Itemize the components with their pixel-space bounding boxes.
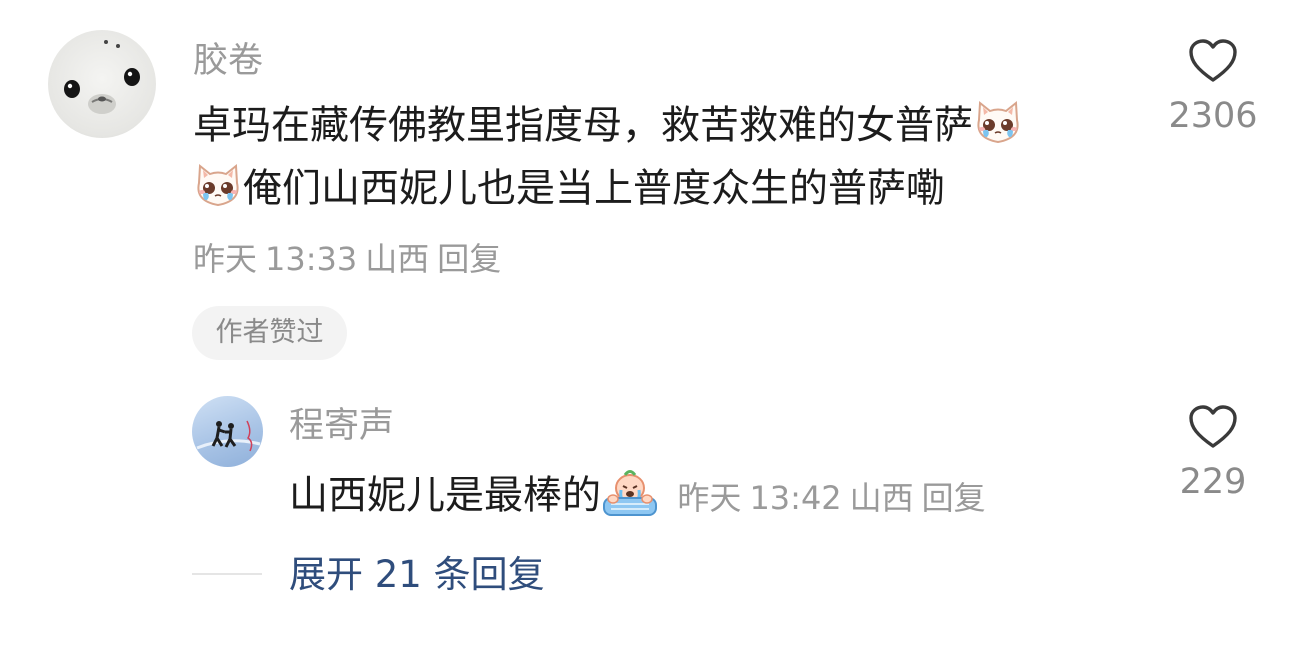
commenter-avatar[interactable] — [48, 30, 156, 138]
replier-avatar[interactable] — [192, 396, 263, 467]
cat-crying-emoji-icon — [193, 163, 243, 219]
expand-replies-button[interactable]: 展开 21 条回复 — [289, 553, 545, 597]
replier-username[interactable]: 程寄声 — [289, 406, 394, 446]
comment-reply-button[interactable]: 回复 — [437, 240, 501, 278]
heart-icon — [1189, 405, 1237, 448]
comment-date: 昨天 — [193, 240, 258, 278]
comment-text-line-2: 俺们山西妮儿也是当上普度众生的普萨嘞 — [193, 163, 945, 219]
reply-location: 山西 — [849, 478, 914, 517]
reply-date: 昨天 — [677, 478, 742, 517]
cat-crying-emoji-icon — [973, 100, 1023, 156]
comment-meta: 昨天 13:33 山西 回复 — [193, 239, 509, 279]
heart-icon — [1189, 39, 1237, 82]
comment-text-line-1: 卓玛在藏传佛教里指度母，救苦救难的女普萨 — [193, 100, 1023, 156]
comment-like-button[interactable]: 2306 — [1160, 38, 1266, 136]
comment-location: 山西 — [365, 240, 430, 278]
commenter-username[interactable]: 胶卷 — [193, 41, 263, 81]
skating-couple-avatar-image — [196, 420, 261, 452]
reply-time: 13:42 — [749, 478, 842, 517]
seal-avatar-image — [64, 40, 140, 114]
comment-time: 13:33 — [265, 240, 358, 278]
reply-meta: 昨天 13:42 山西 回复 — [677, 479, 993, 517]
reply-like-count: 229 — [1179, 462, 1247, 502]
reply-text-line: 山西妮儿是最棒的 昨天 13:42 山西 回复 — [289, 468, 994, 528]
reply-text: 山西妮儿是最棒的 — [289, 473, 602, 519]
comment-like-count: 2306 — [1168, 96, 1258, 136]
reply-like-button[interactable]: 229 — [1160, 404, 1266, 502]
comment-text-part-2: 俺们山西妮儿也是当上普度众生的普萨嘞 — [243, 166, 946, 212]
reply-reply-button[interactable]: 回复 — [922, 479, 986, 517]
expand-divider — [192, 573, 262, 575]
author-liked-badge: 作者赞过 — [192, 306, 347, 360]
crying-on-keyboard-emoji-icon — [601, 468, 659, 528]
comment-text-part-1: 卓玛在藏传佛教里指度母，救苦救难的女普萨 — [193, 103, 974, 149]
